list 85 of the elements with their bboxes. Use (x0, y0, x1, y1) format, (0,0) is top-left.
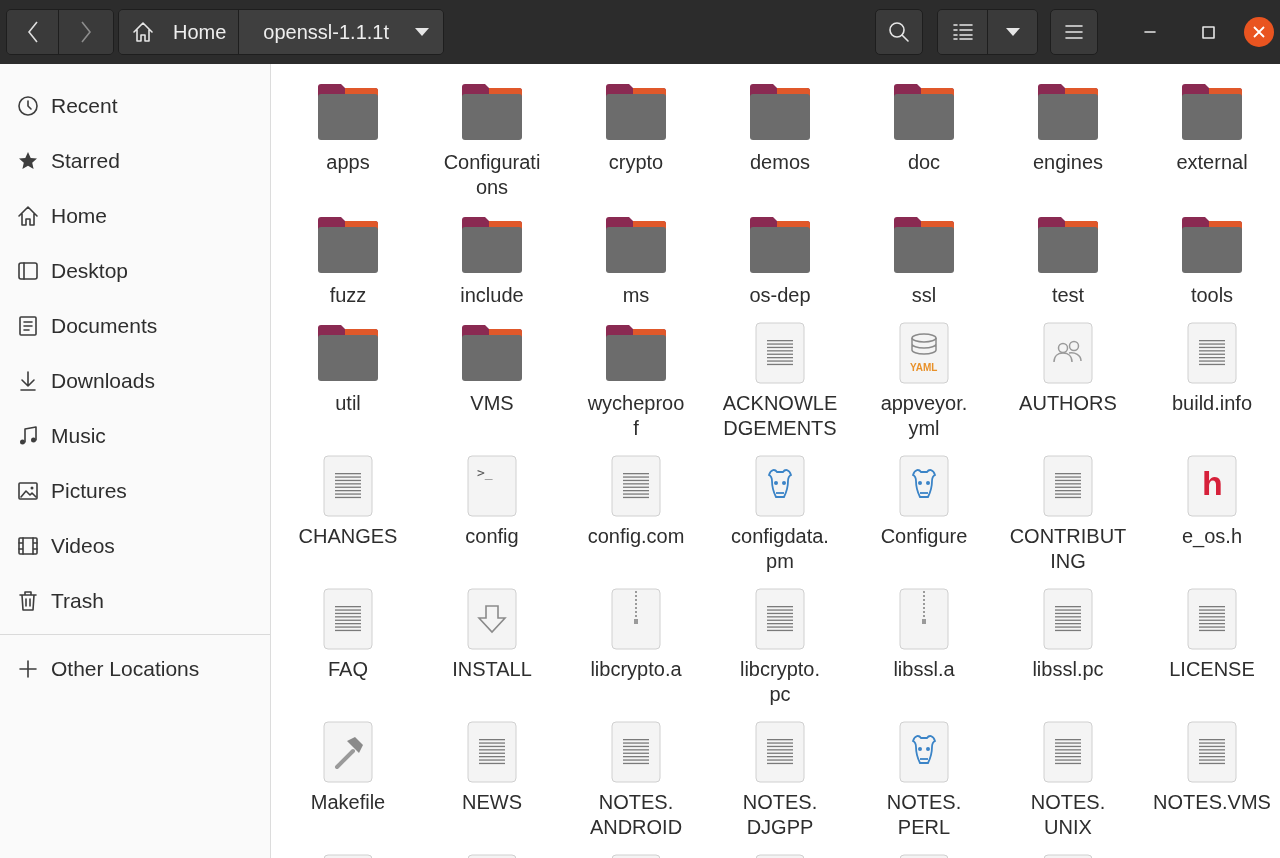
file-name[interactable]: appveyor. yml (880, 391, 968, 441)
file-name[interactable]: AUTHORS (1019, 391, 1117, 416)
file-name[interactable]: crypto (608, 150, 664, 175)
menu-icon (1065, 25, 1083, 39)
file-name[interactable]: apps (326, 150, 370, 175)
file-name[interactable]: Configure (880, 524, 968, 549)
picture-icon (17, 479, 39, 502)
file-name[interactable]: INSTALL (452, 657, 532, 682)
download-icon (17, 369, 39, 392)
sidebar-item[interactable]: Downloads (0, 353, 270, 408)
sidebar-item[interactable]: Recent (0, 78, 270, 133)
trash-icon (17, 589, 39, 612)
file-name[interactable]: LICENSE (1169, 657, 1255, 682)
sidebar-item[interactable]: Pictures (0, 463, 270, 518)
back-icon (26, 21, 39, 43)
file-name[interactable]: libssl.a (893, 657, 955, 682)
sidebar-item[interactable]: Documents (0, 298, 270, 353)
sidebar-item[interactable]: Home (0, 188, 270, 243)
film-icon (17, 534, 39, 557)
close-button[interactable] (1244, 17, 1274, 47)
icon-label: h (1202, 466, 1223, 500)
file-name[interactable]: ms (622, 283, 650, 308)
file-name[interactable]: os-dep (749, 283, 811, 308)
plus-icon (17, 657, 39, 680)
file-name[interactable]: NOTES. ANDROID (589, 790, 683, 840)
file-name[interactable]: VMS (470, 391, 514, 416)
file-name[interactable]: ssl (911, 283, 937, 308)
close-icon (1253, 26, 1265, 38)
sidebar-item[interactable]: Starred (0, 133, 270, 188)
search-button[interactable] (875, 9, 923, 55)
file-name[interactable]: NOTES. UNIX (1030, 790, 1106, 840)
file-name[interactable]: build.info (1171, 391, 1253, 416)
path-current-button[interactable]: openssl-1.1.1t (239, 10, 443, 54)
file-name[interactable]: libcrypto. pc (740, 657, 820, 707)
sidebar-item[interactable]: Videos (0, 518, 270, 573)
dropdown-caret-icon (415, 28, 429, 36)
file-name[interactable]: config.com (587, 524, 685, 549)
sidebar-item[interactable]: Trash (0, 573, 270, 628)
file-name[interactable]: configdata. pm (731, 524, 829, 574)
sidebar-item[interactable]: Music (0, 408, 270, 463)
file-name[interactable]: libssl.pc (1032, 657, 1104, 682)
file-name[interactable]: fuzz (329, 283, 367, 308)
file-name[interactable]: config (465, 524, 519, 549)
home-icon (131, 20, 155, 44)
file-name[interactable]: doc (907, 150, 941, 175)
dropdown-caret-icon (1005, 28, 1020, 36)
file-name[interactable]: CHANGES (298, 524, 398, 549)
file-name[interactable]: e_os.h (1181, 524, 1243, 549)
file-name[interactable]: FAQ (328, 657, 368, 682)
home-icon (17, 204, 39, 227)
path-home-button[interactable]: Home (119, 10, 240, 54)
file-name[interactable]: include (460, 283, 524, 308)
file-name[interactable]: wycheproo f (587, 391, 685, 441)
file-name[interactable]: libcrypto.a (590, 657, 682, 682)
list-icon (952, 23, 973, 41)
list-view-button[interactable] (938, 10, 988, 54)
search-icon (888, 21, 910, 43)
file-name[interactable]: external (1176, 150, 1248, 175)
file-name[interactable]: CONTRIBUT ING (1009, 524, 1127, 574)
document-icon (17, 314, 39, 337)
sidebar-item[interactable]: Other Locations (0, 641, 270, 696)
file-name[interactable]: demos (750, 150, 810, 175)
file-name[interactable]: util (335, 391, 361, 416)
icon-label: YAML (910, 363, 938, 373)
file-name[interactable]: engines (1032, 150, 1104, 175)
file-name[interactable]: NOTES. PERL (886, 790, 962, 840)
maximize-icon (1201, 25, 1215, 39)
back-button[interactable] (7, 10, 59, 54)
clock-icon (17, 94, 39, 117)
menu-button[interactable] (1050, 9, 1098, 55)
file-name[interactable]: Configurati ons (443, 150, 541, 200)
file-name[interactable]: Makefile (310, 790, 386, 815)
file-name[interactable]: NOTES. DJGPP (742, 790, 818, 840)
file-name[interactable]: ACKNOWLE DGEMENTS (722, 391, 838, 441)
file-name[interactable]: NEWS (462, 790, 522, 815)
icon-label: >_ (477, 466, 493, 479)
view-options-button[interactable] (988, 10, 1037, 54)
music-note-icon (17, 424, 39, 447)
forward-icon (80, 21, 92, 43)
file-name[interactable]: test (1051, 283, 1085, 308)
desktop-icon (17, 259, 39, 282)
minimize-icon (1144, 31, 1156, 33)
file-name[interactable]: NOTES.VMS (1153, 790, 1271, 815)
sidebar-item[interactable]: Desktop (0, 243, 270, 298)
file-name[interactable]: tools (1190, 283, 1234, 308)
